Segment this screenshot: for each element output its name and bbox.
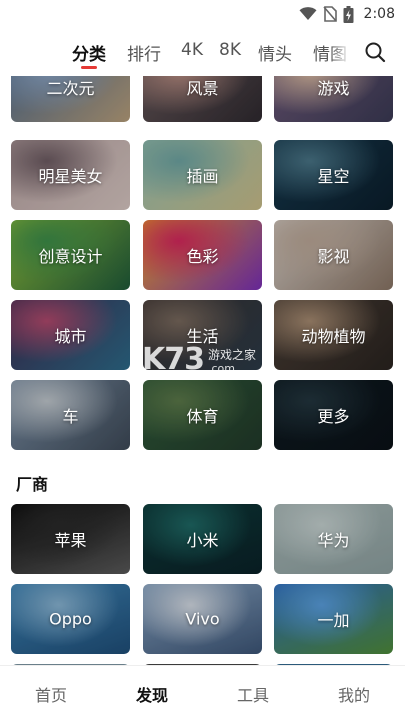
category-tile[interactable]: 星空: [274, 140, 393, 210]
category-tile[interactable]: 车: [11, 380, 130, 450]
category-tile[interactable]: 创意设计: [11, 220, 130, 290]
tab-classify[interactable]: 分类: [72, 40, 106, 65]
active-tab-indicator: [81, 66, 97, 69]
category-tile[interactable]: 色彩: [143, 220, 262, 290]
vendor-tile[interactable]: 小米: [143, 504, 262, 574]
nav-tools[interactable]: 工具: [223, 682, 283, 706]
watermark-logo: K73 游戏之家 .com: [142, 342, 257, 377]
status-time: 2:08: [363, 6, 395, 22]
category-label: 明星美女: [38, 167, 103, 186]
vendor-tile[interactable]: Vivo: [143, 584, 262, 654]
nav-discover[interactable]: 发现: [122, 682, 182, 706]
no-sim-icon: [322, 6, 337, 22]
category-label: 星空: [317, 167, 350, 186]
vendor-label: 苹果: [54, 531, 87, 550]
category-label: 插画: [186, 167, 219, 186]
category-tile[interactable]: 游戏: [274, 76, 393, 122]
battery-charging-icon: [343, 5, 354, 23]
category-label: 车: [62, 407, 79, 426]
category-label: 创意设计: [38, 247, 103, 266]
category-tile[interactable]: 明星美女: [11, 140, 130, 210]
vendor-label: Oppo: [49, 609, 92, 629]
tab-ranking[interactable]: 排行: [127, 40, 161, 65]
category-label: 色彩: [186, 247, 219, 266]
category-label: 影视: [317, 247, 350, 266]
vendor-label: 华为: [317, 531, 350, 550]
vendor-label: 小米: [186, 531, 219, 550]
vendor-tile[interactable]: 华为: [274, 504, 393, 574]
tab-4k[interactable]: 4K: [181, 40, 203, 60]
nav-mine[interactable]: 我的: [324, 682, 384, 706]
vendor-tile[interactable]: 苹果: [11, 504, 130, 574]
tab-couple-avatar[interactable]: 情头: [258, 40, 292, 65]
vendor-section-title: 厂商: [16, 475, 49, 494]
vendor-tile[interactable]: 一加: [274, 584, 393, 654]
category-label: 游戏: [317, 79, 350, 98]
tab-8k[interactable]: 8K: [219, 40, 241, 60]
category-label: 体育: [186, 407, 219, 426]
category-label: 风景: [186, 79, 219, 98]
vendor-label: Vivo: [185, 609, 220, 629]
nav-home[interactable]: 首页: [21, 682, 81, 706]
category-tile[interactable]: 风景: [143, 76, 262, 122]
status-icons: 2:08: [299, 4, 395, 24]
status-bar: 2:08: [0, 0, 405, 28]
category-tile[interactable]: 动物植物: [274, 300, 393, 370]
category-tile[interactable]: 城市: [11, 300, 130, 370]
bottom-nav: 首页 发现 工具 我的: [0, 665, 405, 720]
category-label: 动物植物: [301, 327, 366, 346]
vendor-tile[interactable]: Oppo: [11, 584, 130, 654]
vendor-label: 一加: [317, 611, 350, 630]
category-tile[interactable]: 更多: [274, 380, 393, 450]
category-label: 更多: [317, 407, 350, 426]
category-tile[interactable]: 影视: [274, 220, 393, 290]
category-label: 二次元: [46, 79, 95, 98]
category-label: 城市: [54, 327, 87, 346]
tabs-fade: [330, 36, 356, 68]
wifi-icon: [299, 7, 317, 20]
search-icon[interactable]: [363, 40, 387, 64]
category-tile[interactable]: 二次元: [11, 76, 130, 122]
category-grid[interactable]: 二次元 风景 游戏 明星美女 插画 星空 创意设计 色彩 影视 城市 生活 动物植物车体育 更多 厂商 …: [0, 76, 405, 665]
category-tile[interactable]: 体育: [143, 380, 262, 450]
category-tile[interactable]: 插画: [143, 140, 262, 210]
